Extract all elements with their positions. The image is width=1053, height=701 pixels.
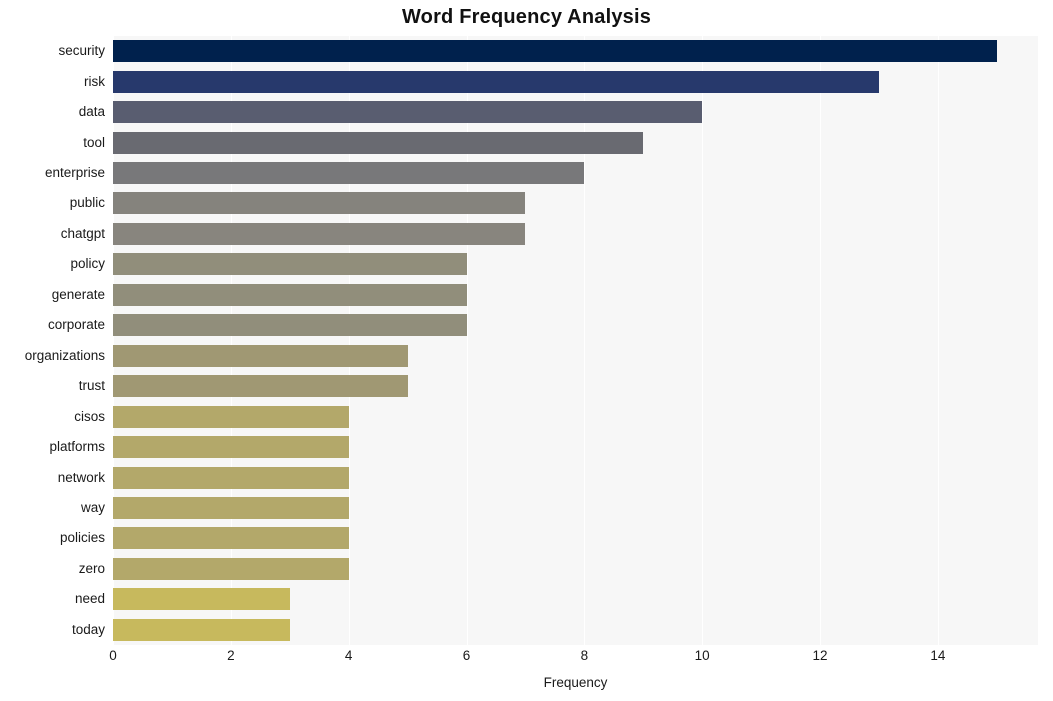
bar-generate: [113, 283, 467, 306]
word-frequency-chart: Word Frequency Analysis security risk data…: [0, 0, 1053, 701]
y-tick-label-cisos: cisos: [74, 408, 105, 424]
chart-title: Word Frequency Analysis: [401, 6, 652, 28]
bar-platforms: [113, 436, 349, 459]
y-tick-label-today: today: [71, 621, 105, 637]
y-tick-label-policies: policies: [59, 530, 105, 546]
bar-public: [113, 192, 526, 215]
bar-need: [113, 588, 290, 611]
x-tick-label-10: 10: [694, 648, 710, 663]
y-tick-label-chatgpt: chatgpt: [60, 225, 105, 241]
bar-chatgpt: [113, 222, 526, 245]
y-tick-label-policy: policy: [70, 256, 105, 272]
bar-policy: [113, 253, 467, 276]
bar-trust: [113, 375, 408, 398]
y-tick-label-security: security: [58, 43, 105, 59]
x-tick-label-4: 4: [344, 648, 353, 663]
bar-way: [113, 496, 349, 519]
y-tick-label-network: network: [57, 469, 105, 485]
bars-layer: [113, 36, 1038, 645]
y-tick-label-tool: tool: [83, 134, 105, 150]
bar-today: [113, 618, 290, 641]
x-axis-ticks: 0 2 4 6 8 10 12 14: [0, 648, 1053, 672]
x-tick-label-12: 12: [812, 648, 828, 663]
bar-network: [113, 466, 349, 489]
y-tick-label-data: data: [78, 104, 105, 120]
y-tick-label-platforms: platforms: [49, 439, 105, 455]
x-tick-label-8: 8: [580, 648, 589, 663]
y-tick-label-risk: risk: [84, 73, 105, 89]
bar-security: [113, 40, 997, 63]
bar-organizations: [113, 344, 408, 367]
bar-zero: [113, 557, 349, 580]
x-tick-label-6: 6: [462, 648, 471, 663]
bar-data: [113, 101, 703, 124]
bar-tool: [113, 131, 644, 154]
bar-policies: [113, 527, 349, 550]
y-axis-labels: security risk data tool enterprise public chat…: [0, 36, 105, 645]
y-tick-label-enterprise: enterprise: [44, 165, 105, 181]
y-tick-label-way: way: [80, 499, 105, 515]
y-tick-label-organizations: organizations: [24, 347, 105, 363]
x-axis-title: Frequency: [543, 675, 608, 690]
y-tick-label-corporate: corporate: [47, 317, 105, 333]
y-tick-label-public: public: [69, 195, 105, 211]
x-tick-label-0: 0: [109, 648, 117, 663]
y-tick-label-need: need: [74, 591, 105, 607]
y-tick-label-zero: zero: [78, 560, 105, 576]
y-tick-label-generate: generate: [51, 286, 105, 302]
bar-corporate: [113, 314, 467, 337]
bar-risk: [113, 70, 879, 93]
bar-enterprise: [113, 162, 585, 185]
bar-cisos: [113, 405, 349, 428]
x-tick-label-14: 14: [930, 648, 946, 663]
y-tick-label-trust: trust: [78, 378, 105, 394]
x-tick-label-2: 2: [227, 648, 235, 663]
